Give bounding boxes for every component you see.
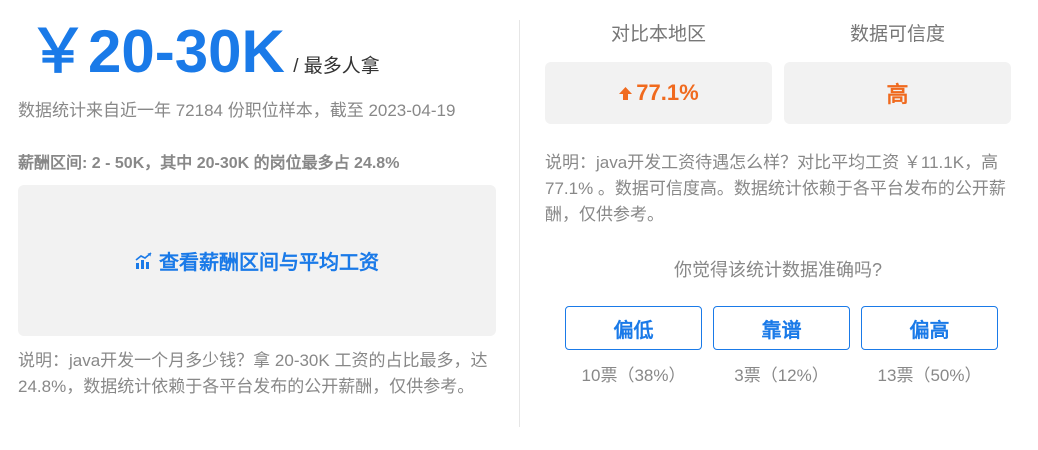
metrics-row: 对比本地区 77.1% 数据可信度 高: [545, 20, 1011, 126]
vote-high: 偏高 13票（50%）: [861, 306, 998, 386]
metric-regional-comparison: 对比本地区 77.1%: [545, 20, 772, 124]
vote-low: 偏低 10票（38%）: [565, 306, 702, 386]
vote-reliable: 靠谱 3票（12%）: [713, 306, 850, 386]
view-salary-range-label[interactable]: 查看薪酬区间与平均工资: [159, 246, 379, 275]
arrow-up-icon: [619, 86, 633, 100]
metric-data-credibility: 数据可信度 高: [784, 20, 1011, 124]
metric-value: 77.1%: [636, 80, 699, 105]
vote-reliable-count: 3票（12%）: [734, 366, 829, 385]
salary-range-text: 薪酬区间: 2 - 50K，其中 20-30K 的岗位最多占 24.8%: [18, 155, 400, 172]
bar-chart-icon: [135, 251, 152, 269]
sample-statistics-text: 数据统计来自近一年 72184 份职位样本，截至 2023-04-19: [18, 101, 456, 120]
view-salary-range-button[interactable]: 查看薪酬区间与平均工资: [18, 185, 496, 336]
metric-value-box: 77.1%: [545, 62, 772, 124]
salary-explanation-note: 说明：java开发一个月多少钱？拿 20-30K 工资的占比最多，达 24.8%…: [18, 351, 488, 396]
salary-value: ￥20-30K: [28, 18, 285, 85]
metric-value: 高: [886, 82, 909, 107]
vote-high-button[interactable]: 偏高: [861, 306, 998, 350]
comparison-explanation-note: 说明：java开发工资待遇怎么样？对比平均工资 ￥11.1K，高 77.1% 。…: [545, 153, 1006, 224]
vote-reliable-button[interactable]: 靠谱: [713, 306, 850, 350]
comparison-panel: 对比本地区 77.1% 数据可信度 高 说明：java开发工资待遇怎么样？对比平…: [545, 0, 1011, 450]
panel-divider: [519, 20, 520, 427]
salary-headline: ￥20-30K / 最多人拿: [28, 12, 380, 92]
metric-label: 对比本地区: [610, 24, 706, 45]
vote-low-count: 10票（38%）: [581, 366, 686, 385]
metric-value-box: 高: [784, 62, 1011, 124]
view-salary-range-content[interactable]: 查看薪酬区间与平均工资: [135, 246, 379, 275]
salary-suffix: / 最多人拿: [293, 56, 380, 77]
vote-low-button[interactable]: 偏低: [565, 306, 702, 350]
salary-summary-panel: ￥20-30K / 最多人拿 数据统计来自近一年 72184 份职位样本，截至 …: [18, 0, 496, 450]
accuracy-question: 你觉得该统计数据准确吗?: [673, 260, 882, 280]
vote-high-count: 13票（50%）: [877, 366, 982, 385]
metric-label: 数据可信度: [849, 24, 945, 45]
